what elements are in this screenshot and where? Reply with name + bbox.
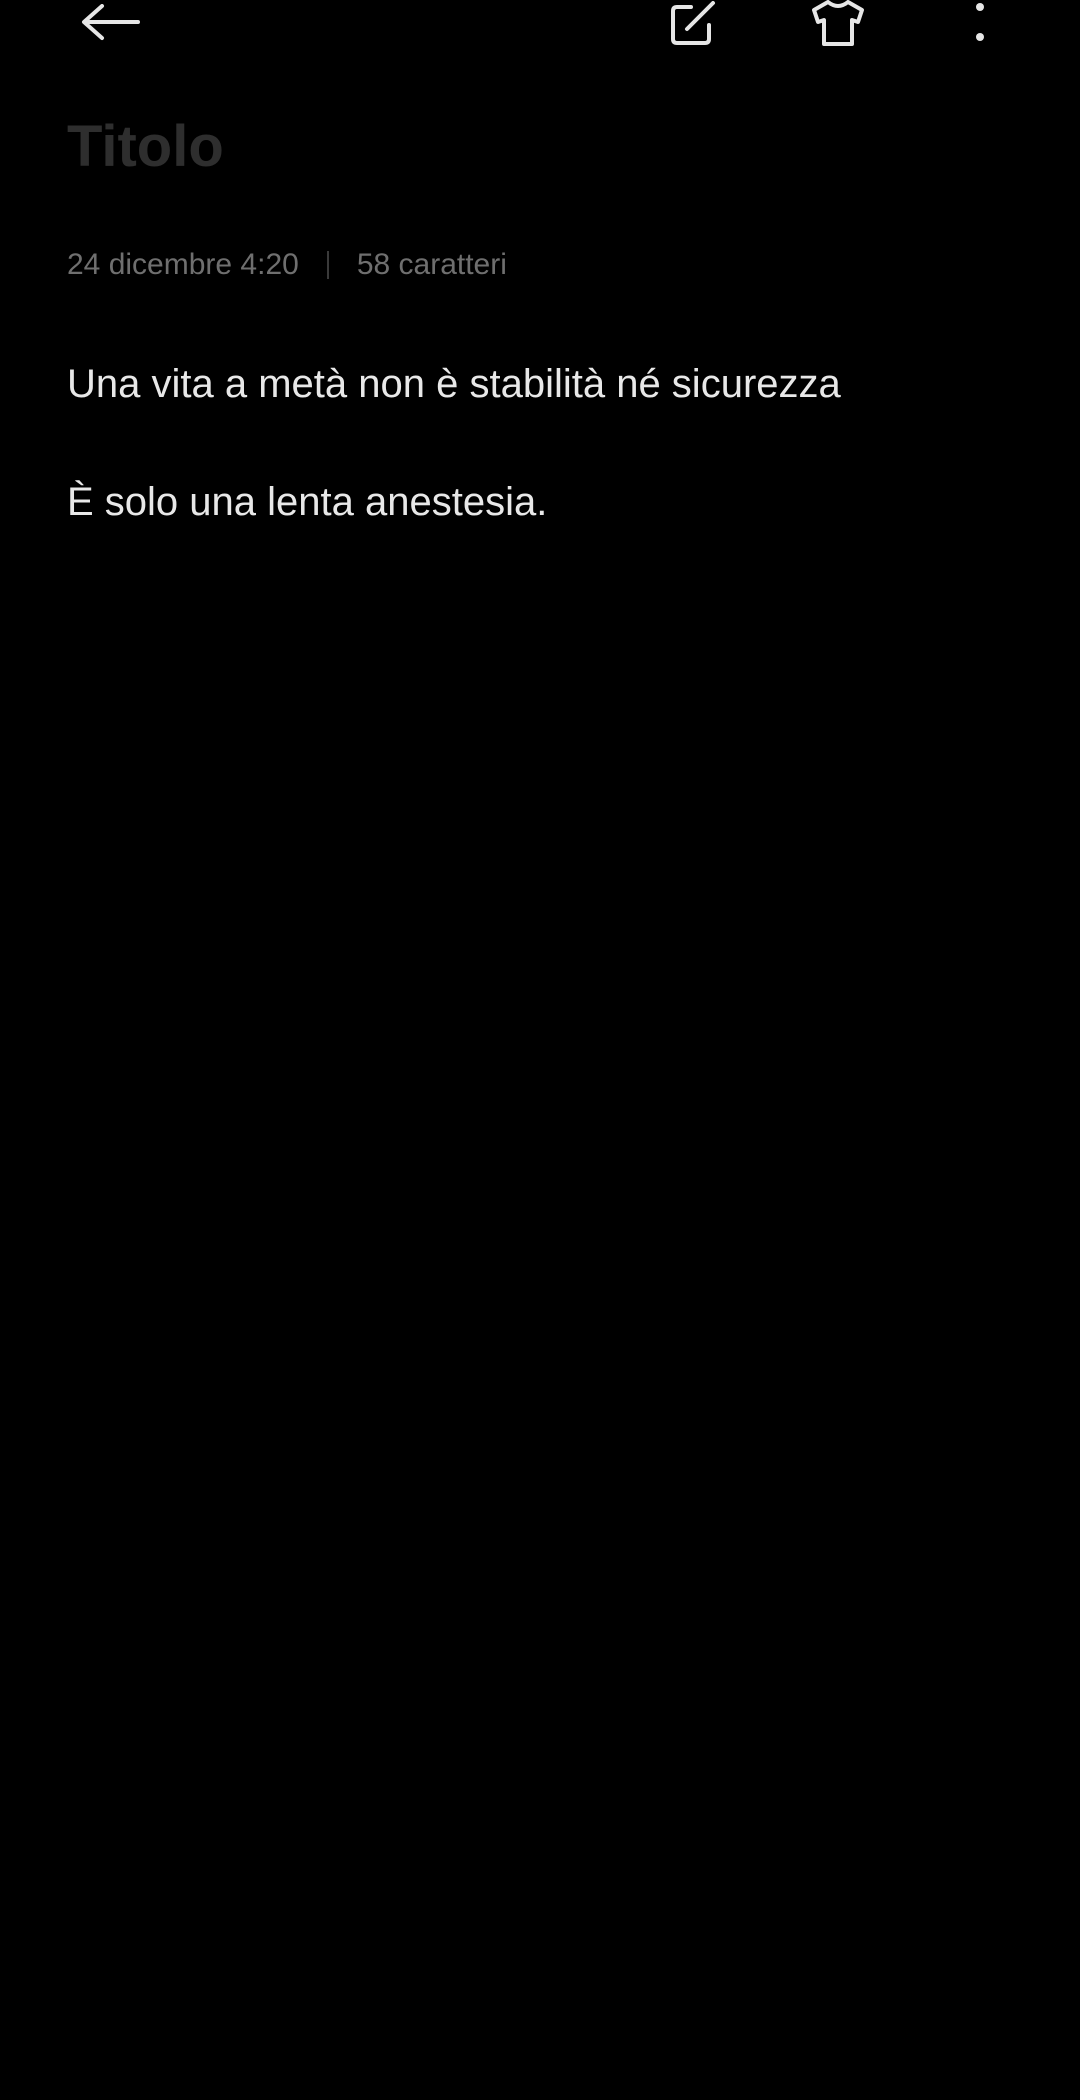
note-meta: 24 dicembre 4:20 58 caratteri	[67, 248, 507, 282]
note-date: 24 dicembre 4:20	[67, 248, 299, 281]
note-line: Una vita a metà non è stabilità né sicur…	[67, 362, 841, 406]
note-line: È solo una lenta anestesia.	[67, 480, 548, 524]
back-button[interactable]	[70, 0, 150, 48]
edit-button[interactable]	[655, 0, 735, 48]
top-toolbar	[0, 0, 1080, 60]
meta-divider	[326, 251, 329, 279]
note-char-count: 58 caratteri	[356, 248, 507, 281]
edit-square-icon	[669, 1, 721, 47]
theme-button[interactable]	[798, 0, 878, 48]
note-title-field[interactable]: Titolo	[67, 118, 224, 176]
tshirt-icon	[808, 0, 868, 48]
note-body-editor[interactable]: Una vita a metà non è stabilità né sicur…	[67, 360, 1027, 596]
more-vertical-icon	[974, 1, 986, 47]
more-options-button[interactable]	[940, 0, 1020, 48]
arrow-left-icon	[78, 4, 142, 44]
